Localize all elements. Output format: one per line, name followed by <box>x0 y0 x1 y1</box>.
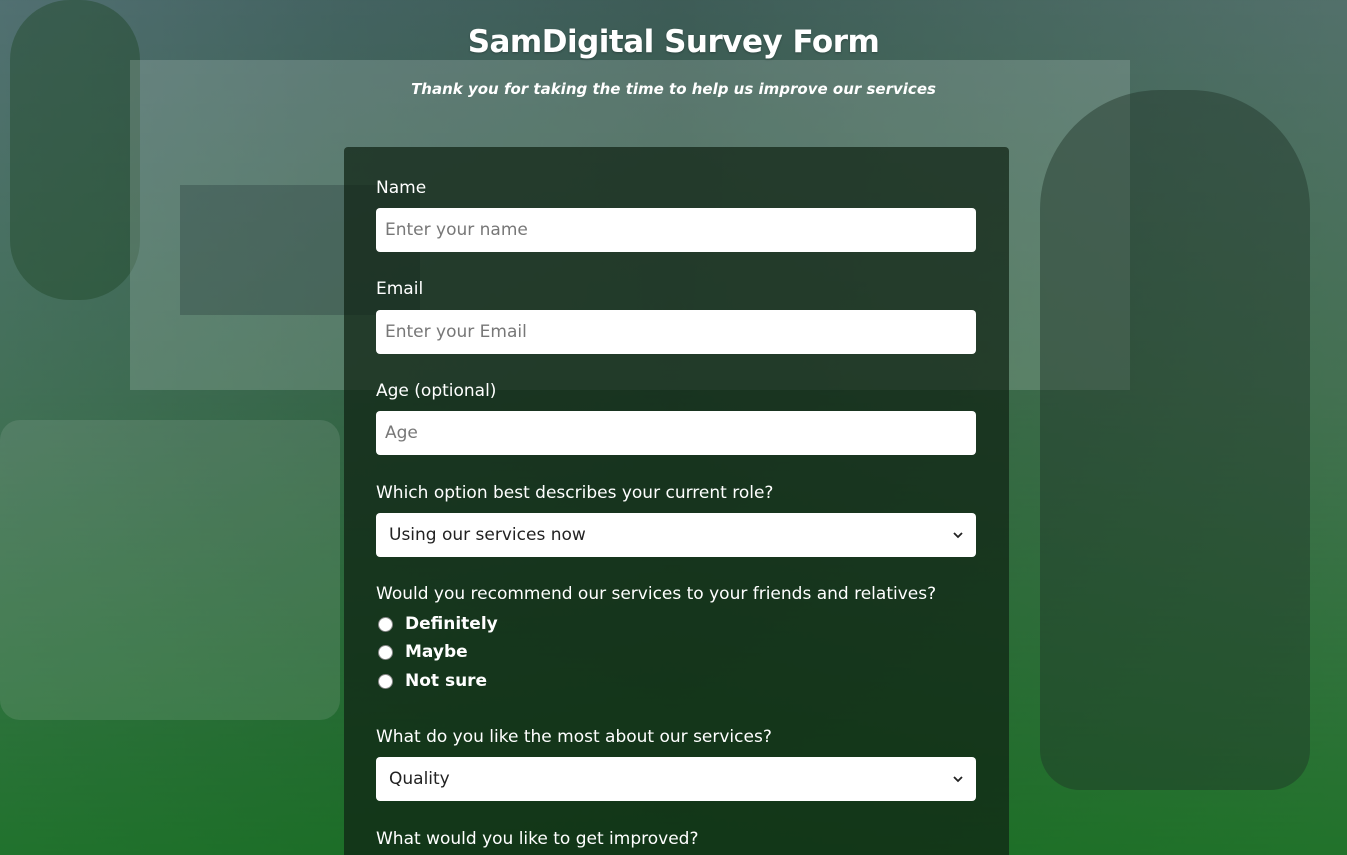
page-title: SamDigital Survey Form <box>467 24 880 60</box>
like-most-label: What do you like the most about our serv… <box>376 727 772 747</box>
background-person <box>1040 90 1310 790</box>
email-label: Email <box>376 279 424 299</box>
chevron-down-icon <box>953 776 963 783</box>
role-dropdown[interactable]: Using our services now <box>376 513 976 557</box>
email-input[interactable] <box>376 310 976 354</box>
improve-label: What would you like to get improved? <box>376 829 699 849</box>
radio-unchecked-icon[interactable] <box>378 673 393 689</box>
radio-unchecked-icon[interactable] <box>378 644 393 660</box>
chevron-down-icon <box>953 532 963 539</box>
radio-label-maybe: Maybe <box>405 642 468 662</box>
age-input[interactable] <box>376 411 976 455</box>
page-subtitle: Thank you for taking the time to help us… <box>411 80 936 98</box>
name-label: Name <box>376 178 427 198</box>
background-car <box>0 420 340 720</box>
role-dropdown-value: Using our services now <box>389 525 586 545</box>
name-input[interactable] <box>376 208 976 252</box>
radio-option-not-sure[interactable]: Not sure <box>376 670 487 692</box>
survey-form: Name Email Age (optional) Which option b… <box>344 147 1009 855</box>
like-most-dropdown-value: Quality <box>389 769 450 789</box>
radio-label-definitely: Definitely <box>405 614 498 634</box>
radio-unchecked-icon[interactable] <box>378 616 393 632</box>
age-label: Age (optional) <box>376 381 497 401</box>
role-label: Which option best describes your current… <box>376 483 774 503</box>
recommend-label: Would you recommend our services to your… <box>376 584 937 604</box>
radio-option-maybe[interactable]: Maybe <box>376 641 468 663</box>
radio-option-definitely[interactable]: Definitely <box>376 613 498 635</box>
like-most-dropdown[interactable]: Quality <box>376 757 976 801</box>
radio-label-not-sure: Not sure <box>405 671 488 691</box>
